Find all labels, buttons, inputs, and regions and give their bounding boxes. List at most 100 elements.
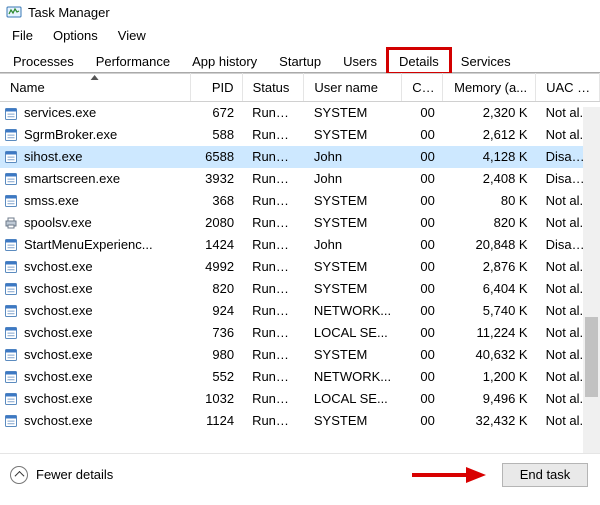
cell-memory: 6,404 K — [443, 278, 536, 300]
cell-memory: 2,320 K — [443, 102, 536, 124]
table-row[interactable]: svchost.exe736Runni...LOCAL SE...0011,22… — [0, 322, 600, 344]
cell-status: Runni... — [242, 366, 304, 388]
cell-cpu: 00 — [402, 234, 443, 256]
arrow-annotation-icon — [410, 465, 488, 485]
tab-processes[interactable]: Processes — [2, 49, 85, 73]
process-icon — [4, 282, 18, 296]
cell-cpu: 00 — [402, 322, 443, 344]
task-manager-icon — [6, 4, 22, 20]
cell-pid: 3932 — [191, 168, 243, 190]
process-icon — [4, 194, 18, 208]
cell-pid: 1124 — [191, 410, 243, 432]
cell-user: SYSTEM — [304, 278, 402, 300]
menu-view[interactable]: View — [108, 26, 156, 45]
cell-name: svchost.exe — [24, 303, 93, 318]
table-row[interactable]: services.exe672Runni...SYSTEM002,320 KNo… — [0, 102, 600, 124]
cell-user: SYSTEM — [304, 102, 402, 124]
cell-cpu: 00 — [402, 388, 443, 410]
table-row[interactable]: svchost.exe552Runni...NETWORK...001,200 … — [0, 366, 600, 388]
column-header-pid[interactable]: PID — [191, 74, 243, 102]
details-table-container: Name PID Status User name CPU Memory (a.… — [0, 73, 600, 453]
cell-memory: 40,632 K — [443, 344, 536, 366]
cell-name: svchost.exe — [24, 281, 93, 296]
cell-memory: 2,408 K — [443, 168, 536, 190]
cell-status: Runni... — [242, 102, 304, 124]
cell-status: Runni... — [242, 300, 304, 322]
menu-options[interactable]: Options — [43, 26, 108, 45]
cell-status: Runni... — [242, 124, 304, 146]
table-row[interactable]: svchost.exe1032Runni...LOCAL SE...009,49… — [0, 388, 600, 410]
tab-app-history[interactable]: App history — [181, 49, 268, 73]
tab-users[interactable]: Users — [332, 49, 388, 73]
table-row[interactable]: svchost.exe820Runni...SYSTEM006,404 KNot… — [0, 278, 600, 300]
tab-services[interactable]: Services — [450, 49, 522, 73]
column-header-user[interactable]: User name — [304, 74, 402, 102]
process-icon — [4, 370, 18, 384]
table-row[interactable]: spoolsv.exe2080Runni...SYSTEM00820 KNot … — [0, 212, 600, 234]
cell-name: svchost.exe — [24, 391, 93, 406]
cell-user: LOCAL SE... — [304, 388, 402, 410]
cell-pid: 552 — [191, 366, 243, 388]
tab-startup[interactable]: Startup — [268, 49, 332, 73]
column-header-memory[interactable]: Memory (a... — [443, 74, 536, 102]
column-header-uac[interactable]: UAC vi... — [536, 74, 600, 102]
title-bar: Task Manager — [0, 0, 600, 24]
vertical-scrollbar[interactable] — [583, 107, 600, 453]
process-icon — [4, 128, 18, 142]
process-icon — [4, 392, 18, 406]
fewer-details-toggle[interactable]: Fewer details — [10, 466, 113, 484]
table-row[interactable]: svchost.exe980Runni...SYSTEM0040,632 KNo… — [0, 344, 600, 366]
cell-memory: 32,432 K — [443, 410, 536, 432]
cell-memory: 80 K — [443, 190, 536, 212]
table-row[interactable]: smartscreen.exe3932Runni...John002,408 K… — [0, 168, 600, 190]
tab-performance[interactable]: Performance — [85, 49, 181, 73]
cell-pid: 736 — [191, 322, 243, 344]
process-icon — [4, 172, 18, 186]
table-row[interactable]: svchost.exe924Runni...NETWORK...005,740 … — [0, 300, 600, 322]
menu-bar: File Options View — [0, 24, 600, 46]
process-icon — [4, 414, 18, 428]
chevron-up-icon — [10, 466, 28, 484]
column-header-status[interactable]: Status — [242, 74, 304, 102]
cell-user: John — [304, 146, 402, 168]
fewer-details-label: Fewer details — [36, 467, 113, 482]
column-header-cpu[interactable]: CPU — [402, 74, 443, 102]
column-header-row: Name PID Status User name CPU Memory (a.… — [0, 74, 600, 102]
cell-status: Runni... — [242, 146, 304, 168]
cell-memory: 9,496 K — [443, 388, 536, 410]
end-task-button[interactable]: End task — [502, 463, 588, 487]
cell-status: Runni... — [242, 256, 304, 278]
cell-pid: 820 — [191, 278, 243, 300]
cell-name: spoolsv.exe — [24, 215, 92, 230]
cell-user: NETWORK... — [304, 300, 402, 322]
scrollbar-thumb[interactable] — [585, 317, 598, 397]
column-header-name[interactable]: Name — [0, 74, 191, 102]
table-row[interactable]: smss.exe368Runni...SYSTEM0080 KNot al... — [0, 190, 600, 212]
cell-cpu: 00 — [402, 124, 443, 146]
menu-file[interactable]: File — [2, 26, 43, 45]
cell-user: SYSTEM — [304, 212, 402, 234]
cell-user: SYSTEM — [304, 190, 402, 212]
table-row[interactable]: SgrmBroker.exe588Runni...SYSTEM002,612 K… — [0, 124, 600, 146]
cell-memory: 5,740 K — [443, 300, 536, 322]
table-row[interactable]: svchost.exe4992Runni...SYSTEM002,876 KNo… — [0, 256, 600, 278]
cell-name: SgrmBroker.exe — [24, 127, 117, 142]
process-icon — [4, 238, 18, 252]
table-row[interactable]: svchost.exe1124Runni...SYSTEM0032,432 KN… — [0, 410, 600, 432]
cell-cpu: 00 — [402, 190, 443, 212]
cell-status: Runni... — [242, 344, 304, 366]
cell-cpu: 00 — [402, 278, 443, 300]
process-icon — [4, 326, 18, 340]
process-icon — [4, 150, 18, 164]
cell-status: Runni... — [242, 322, 304, 344]
cell-pid: 924 — [191, 300, 243, 322]
cell-status: Runni... — [242, 388, 304, 410]
cell-name: StartMenuExperienc... — [24, 237, 153, 252]
table-row[interactable]: sihost.exe6588Runni...John004,128 KDisab… — [0, 146, 600, 168]
cell-status: Runni... — [242, 212, 304, 234]
tab-details[interactable]: Details — [388, 49, 450, 73]
table-row[interactable]: StartMenuExperienc...1424Runni...John002… — [0, 234, 600, 256]
cell-status: Runni... — [242, 234, 304, 256]
cell-status: Runni... — [242, 410, 304, 432]
cell-user: John — [304, 168, 402, 190]
